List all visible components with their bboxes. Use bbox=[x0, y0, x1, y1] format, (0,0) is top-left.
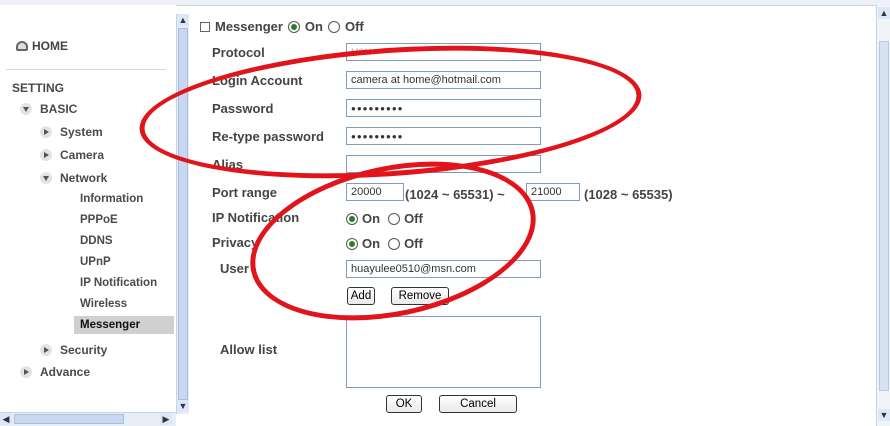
cancel-button[interactable]: Cancel bbox=[439, 395, 517, 413]
nav-upnp[interactable]: UPnP bbox=[80, 256, 111, 268]
scroll-up-icon[interactable]: ▲ bbox=[878, 7, 890, 19]
nav-information[interactable]: Information bbox=[80, 193, 143, 205]
scroll-up-icon[interactable]: ▲ bbox=[177, 14, 189, 26]
chevron-right-icon bbox=[40, 126, 52, 138]
nav-messenger[interactable]: Messenger bbox=[74, 316, 174, 334]
scroll-left-icon[interactable]: ◀ bbox=[0, 413, 12, 425]
nav-system[interactable]: System bbox=[40, 125, 103, 139]
chevron-right-icon bbox=[40, 149, 52, 161]
messenger-header: Messenger On Off bbox=[200, 19, 364, 34]
nav-pppoe[interactable]: PPPoE bbox=[80, 214, 118, 226]
sidebar-horizontal-scrollbar[interactable]: ◀ ▶ bbox=[0, 412, 176, 426]
page-scroll-thumb[interactable] bbox=[879, 41, 889, 391]
sidebar-vertical-scrollbar[interactable]: ▲ ▼ bbox=[176, 14, 189, 414]
protocol-label: Protocol bbox=[212, 45, 265, 60]
home-icon bbox=[16, 41, 28, 51]
sidebar-hscroll-thumb[interactable] bbox=[14, 414, 124, 424]
scroll-right-icon[interactable]: ▶ bbox=[160, 413, 172, 425]
port-range-label: Port range bbox=[212, 185, 278, 200]
privacy-label: Privacy bbox=[212, 235, 259, 250]
port-to-range-text: (1028 ~ 65535) bbox=[584, 187, 673, 202]
chevron-down-icon bbox=[20, 103, 32, 115]
allow-list-box[interactable] bbox=[346, 316, 541, 388]
nav-network[interactable]: Network bbox=[40, 171, 107, 185]
allow-list-label: Allow list bbox=[220, 342, 278, 357]
nav-home-label: HOME bbox=[32, 39, 68, 53]
messenger-on-radio[interactable] bbox=[287, 20, 300, 33]
scroll-down-icon[interactable]: ▼ bbox=[177, 400, 189, 412]
nav-ddns[interactable]: DDNS bbox=[80, 235, 113, 247]
nav-basic[interactable]: BASIC bbox=[20, 102, 77, 116]
messenger-off-radio[interactable] bbox=[327, 20, 340, 33]
page-vertical-scrollbar[interactable]: ▲ ▼ bbox=[876, 5, 890, 426]
chevron-right-icon bbox=[40, 344, 52, 356]
nav-wireless[interactable]: Wireless bbox=[80, 298, 127, 310]
ok-button[interactable]: OK bbox=[386, 395, 422, 413]
sidebar-scroll-thumb[interactable] bbox=[178, 28, 188, 400]
section-marker-icon bbox=[200, 21, 210, 32]
nav-camera[interactable]: Camera bbox=[40, 148, 104, 162]
user-label: User bbox=[220, 261, 249, 276]
sidebar-divider bbox=[6, 69, 166, 70]
chevron-down-icon bbox=[40, 172, 52, 184]
nav-advance[interactable]: Advance bbox=[20, 365, 90, 379]
nav-home[interactable]: HOME bbox=[16, 39, 68, 53]
setting-heading: SETTING bbox=[12, 81, 65, 95]
nav-security[interactable]: Security bbox=[40, 343, 107, 357]
sidebar: HOME SETTING BASIC System Camera Network… bbox=[0, 5, 176, 411]
port-to-field[interactable]: 21000 bbox=[526, 183, 580, 201]
nav-ip-notification[interactable]: IP Notification bbox=[80, 277, 157, 289]
chevron-right-icon bbox=[20, 366, 32, 378]
scroll-down-icon[interactable]: ▼ bbox=[878, 409, 890, 421]
